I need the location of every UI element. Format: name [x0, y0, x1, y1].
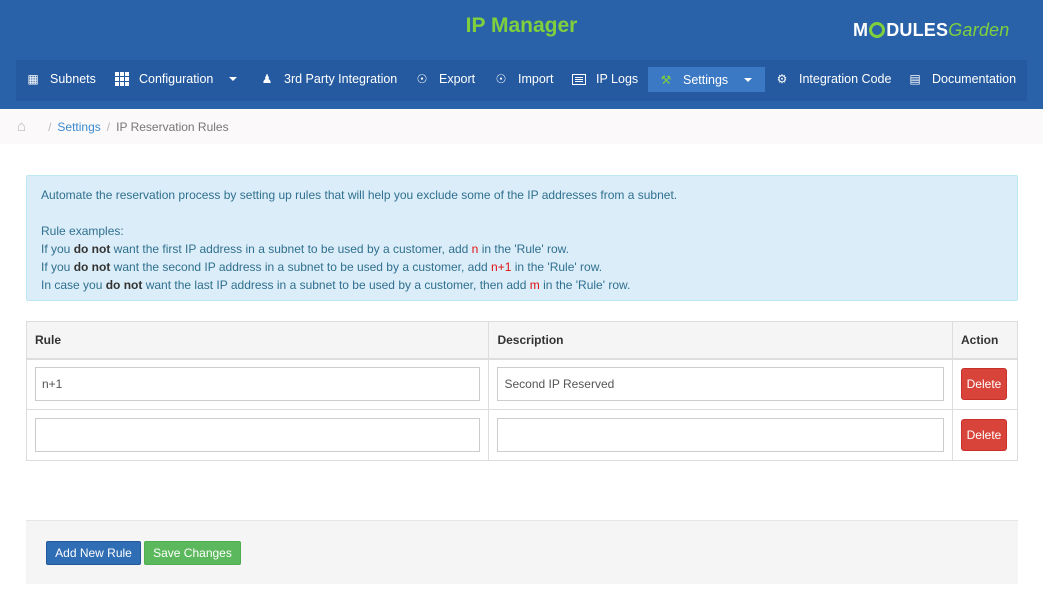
chevron-down-icon: [229, 77, 238, 81]
home-icon[interactable]: ⌂: [17, 118, 26, 135]
description-input[interactable]: [497, 418, 944, 452]
export-icon: ☉: [416, 72, 428, 86]
column-header-action: Action: [952, 321, 1018, 360]
save-changes-button[interactable]: Save Changes: [144, 541, 241, 565]
info-example-line: If you do not want the second IP address…: [41, 260, 603, 274]
nav-item-3rd-party-integration[interactable]: ♟ 3rd Party Integration: [260, 60, 398, 98]
nav-item-configuration[interactable]: Configuration: [115, 60, 238, 98]
breadcrumb-current: IP Reservation Rules: [116, 119, 229, 134]
info-intro: Automate the reservation process by sett…: [41, 188, 678, 202]
nav-item-export[interactable]: ☉ Export: [415, 60, 476, 98]
table-header-row: Rule Description Action: [26, 321, 1018, 360]
description-input[interactable]: [497, 367, 944, 402]
breadcrumb: ⌂ / Settings / IP Reservation Rules: [0, 109, 1043, 144]
column-header-description: Description: [488, 321, 953, 360]
nav-item-documentation[interactable]: ▤ Documentation: [908, 60, 1016, 98]
table-row: Delete: [26, 358, 1018, 410]
info-example-line: If you do not want the first IP address …: [41, 242, 569, 256]
info-alert: Automate the reservation process by sett…: [26, 175, 1018, 301]
wrench-icon: ⚒: [660, 72, 672, 87]
info-examples-title: Rule examples:: [41, 224, 124, 238]
rule-input[interactable]: [35, 418, 481, 452]
nav-item-subnets[interactable]: ▦ Subnets: [26, 60, 96, 98]
nav-item-ip-logs[interactable]: IP Logs: [572, 60, 638, 98]
column-header-rule: Rule: [26, 321, 490, 360]
add-new-rule-button[interactable]: Add New Rule: [46, 541, 141, 565]
breadcrumb-settings-link[interactable]: Settings: [57, 120, 100, 134]
chevron-down-icon: [744, 77, 753, 82]
grid-icon: [115, 72, 129, 86]
delete-button[interactable]: Delete: [960, 419, 1007, 451]
nav-item-settings[interactable]: ⚒ Settings: [648, 67, 765, 92]
rule-input[interactable]: [35, 367, 481, 402]
briefcase-icon: ▦: [27, 72, 39, 86]
info-example-line: In case you do not want the last IP addr…: [41, 278, 631, 292]
users-icon: ♟: [261, 72, 273, 86]
nav-item-import[interactable]: ☉ Import: [494, 60, 554, 98]
import-icon: ☉: [495, 72, 507, 86]
gears-icon: ⚙: [776, 72, 788, 86]
modulesgarden-logo: M DULESGarden: [853, 20, 1010, 40]
list-icon: [572, 73, 586, 85]
app-header: IP Manager M DULESGarden ▦ Subnets Config…: [0, 0, 1043, 109]
delete-button[interactable]: Delete: [960, 368, 1007, 401]
main-nav: ▦ Subnets Configuration ♟ 3rd Party Inte…: [16, 60, 1027, 101]
nav-item-integration-code[interactable]: ⚙ Integration Code: [775, 60, 892, 98]
rules-table: Rule Description Action Delete Delete: [26, 321, 1018, 461]
book-icon: ▤: [909, 72, 921, 86]
form-actions: Add New Rule Save Changes: [26, 520, 1018, 584]
table-row: Delete: [26, 409, 1018, 461]
